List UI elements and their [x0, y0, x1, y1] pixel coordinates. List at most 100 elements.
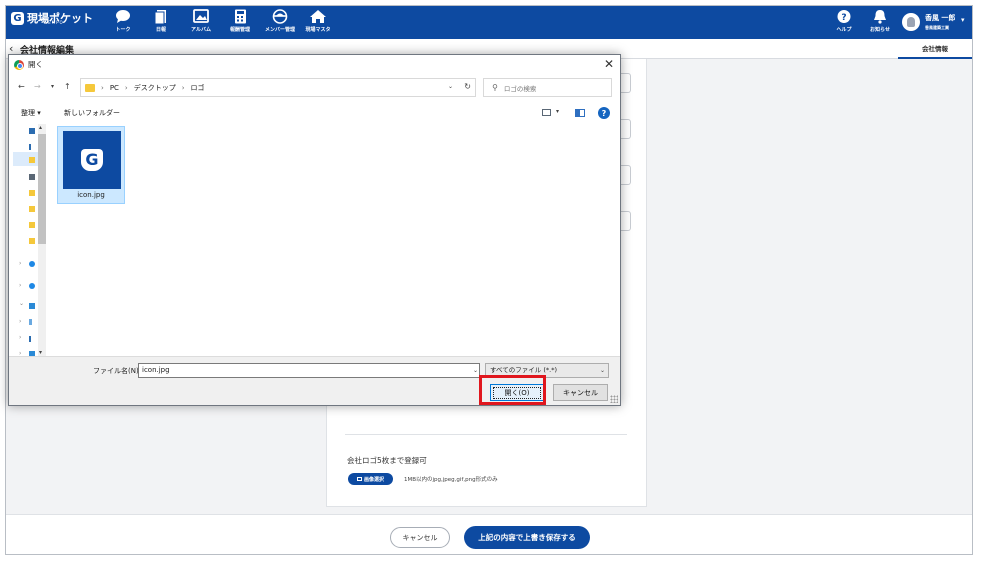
- expand-chevron-icon[interactable]: ›: [19, 334, 21, 341]
- scroll-down-icon[interactable]: ▾: [39, 349, 42, 356]
- organize-menu[interactable]: 整理 ▾: [21, 108, 41, 118]
- nav-daily-report-label: 日報: [155, 27, 166, 33]
- folder-icon: [85, 83, 95, 92]
- cloud-icon[interactable]: [29, 283, 35, 289]
- user-menu-chevron-down-icon[interactable]: ▾: [961, 16, 965, 24]
- collapse-chevron-icon[interactable]: ⌄: [19, 300, 24, 307]
- logo-subtext: GEMPO: [44, 20, 64, 25]
- nav-talk-label: トーク: [115, 27, 131, 33]
- nav-item-icon[interactable]: [29, 128, 35, 134]
- document-icon[interactable]: [29, 174, 35, 180]
- expand-chevron-icon[interactable]: ›: [19, 318, 21, 325]
- cancel-button[interactable]: キャンセル: [390, 527, 450, 548]
- recent-locations-chevron-icon[interactable]: ▾: [51, 83, 54, 90]
- address-dropdown-icon[interactable]: ⌄: [448, 83, 453, 90]
- divider: [345, 434, 627, 435]
- image-select-button[interactable]: 画像選択: [348, 473, 393, 485]
- file-list: icon.jpg: [47, 124, 620, 356]
- breadcrumb-pc[interactable]: PC: [110, 84, 119, 92]
- gempo-logo-icon: [81, 149, 103, 171]
- image-thumbnail: [63, 131, 121, 189]
- user-avatar[interactable]: [902, 13, 920, 31]
- daily-report-icon: [154, 10, 166, 24]
- tab-company-info[interactable]: 会社情報: [898, 39, 972, 59]
- up-arrow-icon[interactable]: ↑: [64, 82, 71, 91]
- highlight-box: [479, 375, 546, 405]
- back-arrow-icon[interactable]: ←: [18, 82, 25, 91]
- calculator-icon: [235, 9, 246, 24]
- help-icon: ?: [837, 10, 851, 23]
- nav-site-master-label: 現場マスタ: [305, 27, 331, 33]
- help-icon[interactable]: ?: [598, 107, 610, 119]
- preview-pane-icon[interactable]: [575, 109, 585, 117]
- file-name: icon.jpg: [77, 191, 105, 199]
- image-select-label: 画像選択: [363, 476, 384, 483]
- dialog-titlebar[interactable]: 開く ✕: [9, 55, 620, 74]
- logo-limit-note: 会社ロゴ5枚まで登録可: [347, 456, 427, 465]
- search-placeholder: ロゴの検索: [503, 84, 537, 93]
- file-type-label: すべてのファイル (*.*): [490, 366, 557, 374]
- user-company: 香風建築工業: [925, 25, 949, 30]
- address-bar[interactable]: › PC › デスクトップ › ロゴ ⌄ ↻: [80, 78, 476, 97]
- expand-chevron-icon[interactable]: ›: [19, 260, 21, 267]
- album-icon: [193, 9, 209, 23]
- site-master-icon: [310, 10, 326, 23]
- download-icon[interactable]: [29, 144, 31, 150]
- scrollbar-thumb[interactable]: [38, 134, 46, 244]
- pc-icon[interactable]: [29, 303, 35, 309]
- dialog-title: 開く: [28, 60, 43, 69]
- member-icon: [272, 9, 288, 24]
- logo-mark-icon: G: [11, 12, 24, 25]
- breadcrumb-logo[interactable]: ロゴ: [191, 83, 205, 93]
- expand-chevron-icon[interactable]: ›: [19, 282, 21, 289]
- top-navigation-bar: G 現場ポケット GEMPO トーク 日報 アルバム 報酬管理 メンバー管理 現…: [6, 6, 972, 39]
- nav-help-label: ヘルプ: [836, 27, 852, 33]
- filter-dropdown-icon: ⌄: [599, 367, 605, 374]
- folder-icon[interactable]: [29, 222, 35, 228]
- open-file-dialog: 開く ✕ ← → ▾ ↑ › PC › デスクトップ › ロゴ ⌄ ↻ ⚲ ロゴ…: [8, 54, 621, 406]
- folder-icon[interactable]: [29, 190, 35, 196]
- user-name[interactable]: 香風 一郎: [925, 13, 955, 23]
- command-bar: 整理 ▾ 新しいフォルダー ▾ ?: [9, 105, 620, 122]
- navigation-scrollbar[interactable]: [38, 124, 46, 358]
- refresh-icon[interactable]: ↻: [464, 82, 471, 91]
- dialog-cancel-button[interactable]: キャンセル: [553, 384, 608, 401]
- download-icon[interactable]: [29, 336, 31, 342]
- folder-icon[interactable]: [29, 157, 35, 163]
- nav-notifications[interactable]: お知らせ: [857, 9, 903, 33]
- cloud-icon[interactable]: [29, 261, 35, 267]
- folder-icon[interactable]: [29, 238, 35, 244]
- search-icon: ⚲: [492, 83, 498, 92]
- navigation-pane[interactable]: › › ⌄ › › › ▴ ▾: [13, 124, 46, 358]
- filename-label: ファイル名(N):: [93, 367, 142, 375]
- nav-album-label: アルバム: [191, 27, 211, 33]
- close-icon[interactable]: ✕: [604, 57, 614, 71]
- save-overwrite-button[interactable]: 上記の内容で上書き保存する: [464, 526, 590, 549]
- nav-members-label: メンバー管理: [264, 27, 295, 33]
- form-footer: キャンセル 上記の内容で上書き保存する: [6, 514, 972, 554]
- screen: G 現場ポケット GEMPO トーク 日報 アルバム 報酬管理 メンバー管理 現…: [0, 0, 982, 563]
- image-icon: [356, 477, 362, 481]
- nav-notifications-label: お知らせ: [870, 27, 890, 33]
- device-icon[interactable]: [29, 319, 32, 325]
- view-options-icon[interactable]: [542, 109, 551, 116]
- file-item[interactable]: icon.jpg: [57, 126, 125, 204]
- filename-input[interactable]: icon.jpg: [138, 363, 480, 378]
- breadcrumb-separator: ›: [101, 83, 104, 92]
- resize-grip-icon[interactable]: [610, 395, 618, 403]
- breadcrumb-separator: ›: [124, 83, 128, 92]
- nav-site-master[interactable]: 現場マスタ: [295, 9, 341, 33]
- search-input[interactable]: ⚲ ロゴの検索: [483, 78, 612, 97]
- chat-icon: [116, 10, 130, 23]
- chrome-icon: [14, 59, 24, 70]
- folder-icon[interactable]: [29, 206, 35, 212]
- nav-compensation-label: 報酬管理: [229, 27, 250, 33]
- breadcrumb-desktop[interactable]: デスクトップ: [134, 83, 176, 93]
- view-dropdown-icon[interactable]: ▾: [556, 108, 559, 115]
- svg-text:?: ?: [841, 13, 846, 23]
- new-folder-button[interactable]: 新しいフォルダー: [64, 108, 120, 118]
- bell-icon: [874, 10, 886, 24]
- forward-arrow-icon[interactable]: →: [34, 82, 41, 91]
- scroll-up-icon[interactable]: ▴: [39, 124, 42, 131]
- file-format-note: 1MB以内のjpg,jpeg,gif,png形式のみ: [404, 477, 498, 483]
